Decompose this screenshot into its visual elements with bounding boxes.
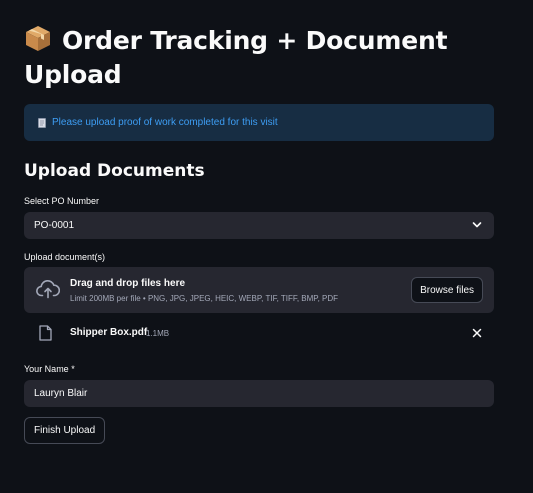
uploader-label: Upload document(s)	[24, 252, 106, 262]
file-dropzone[interactable]: Drag and drop files here Limit 200MB per…	[24, 267, 494, 313]
app-page: Order Tracking + Document Upload Please …	[0, 0, 533, 493]
dropzone-limit-text: Limit 200MB per file • PNG, JPG, JPEG, H…	[70, 294, 339, 303]
info-alert-text: Please upload proof of work completed fo…	[52, 117, 278, 128]
po-select-value: PO-0001	[34, 220, 75, 231]
info-alert: Please upload proof of work completed fo…	[24, 104, 494, 141]
name-input[interactable]	[24, 380, 494, 407]
name-field-label: Your Name *	[24, 364, 75, 374]
uploaded-file-size: 1.1MB	[146, 329, 170, 338]
page-title-text: Order Tracking + Document Upload	[24, 26, 448, 89]
chevron-down-icon	[472, 222, 482, 228]
package-icon	[26, 26, 50, 51]
file-icon	[39, 325, 52, 341]
document-icon	[38, 117, 46, 128]
po-select-label: Select PO Number	[24, 196, 100, 206]
po-number-select[interactable]: PO-0001	[24, 212, 494, 239]
close-icon[interactable]	[471, 327, 483, 339]
page-title: Order Tracking + Document Upload	[24, 24, 494, 92]
browse-files-button[interactable]: Browse files	[411, 277, 483, 303]
cloud-upload-icon	[36, 280, 60, 299]
uploaded-file-name: Shipper Box.pdf	[70, 327, 148, 338]
dropzone-title: Drag and drop files here	[70, 278, 186, 289]
section-title: Upload Documents	[24, 161, 205, 181]
uploaded-file-row: Shipper Box.pdf 1.1MB	[24, 319, 494, 347]
finish-upload-button[interactable]: Finish Upload	[24, 417, 106, 444]
